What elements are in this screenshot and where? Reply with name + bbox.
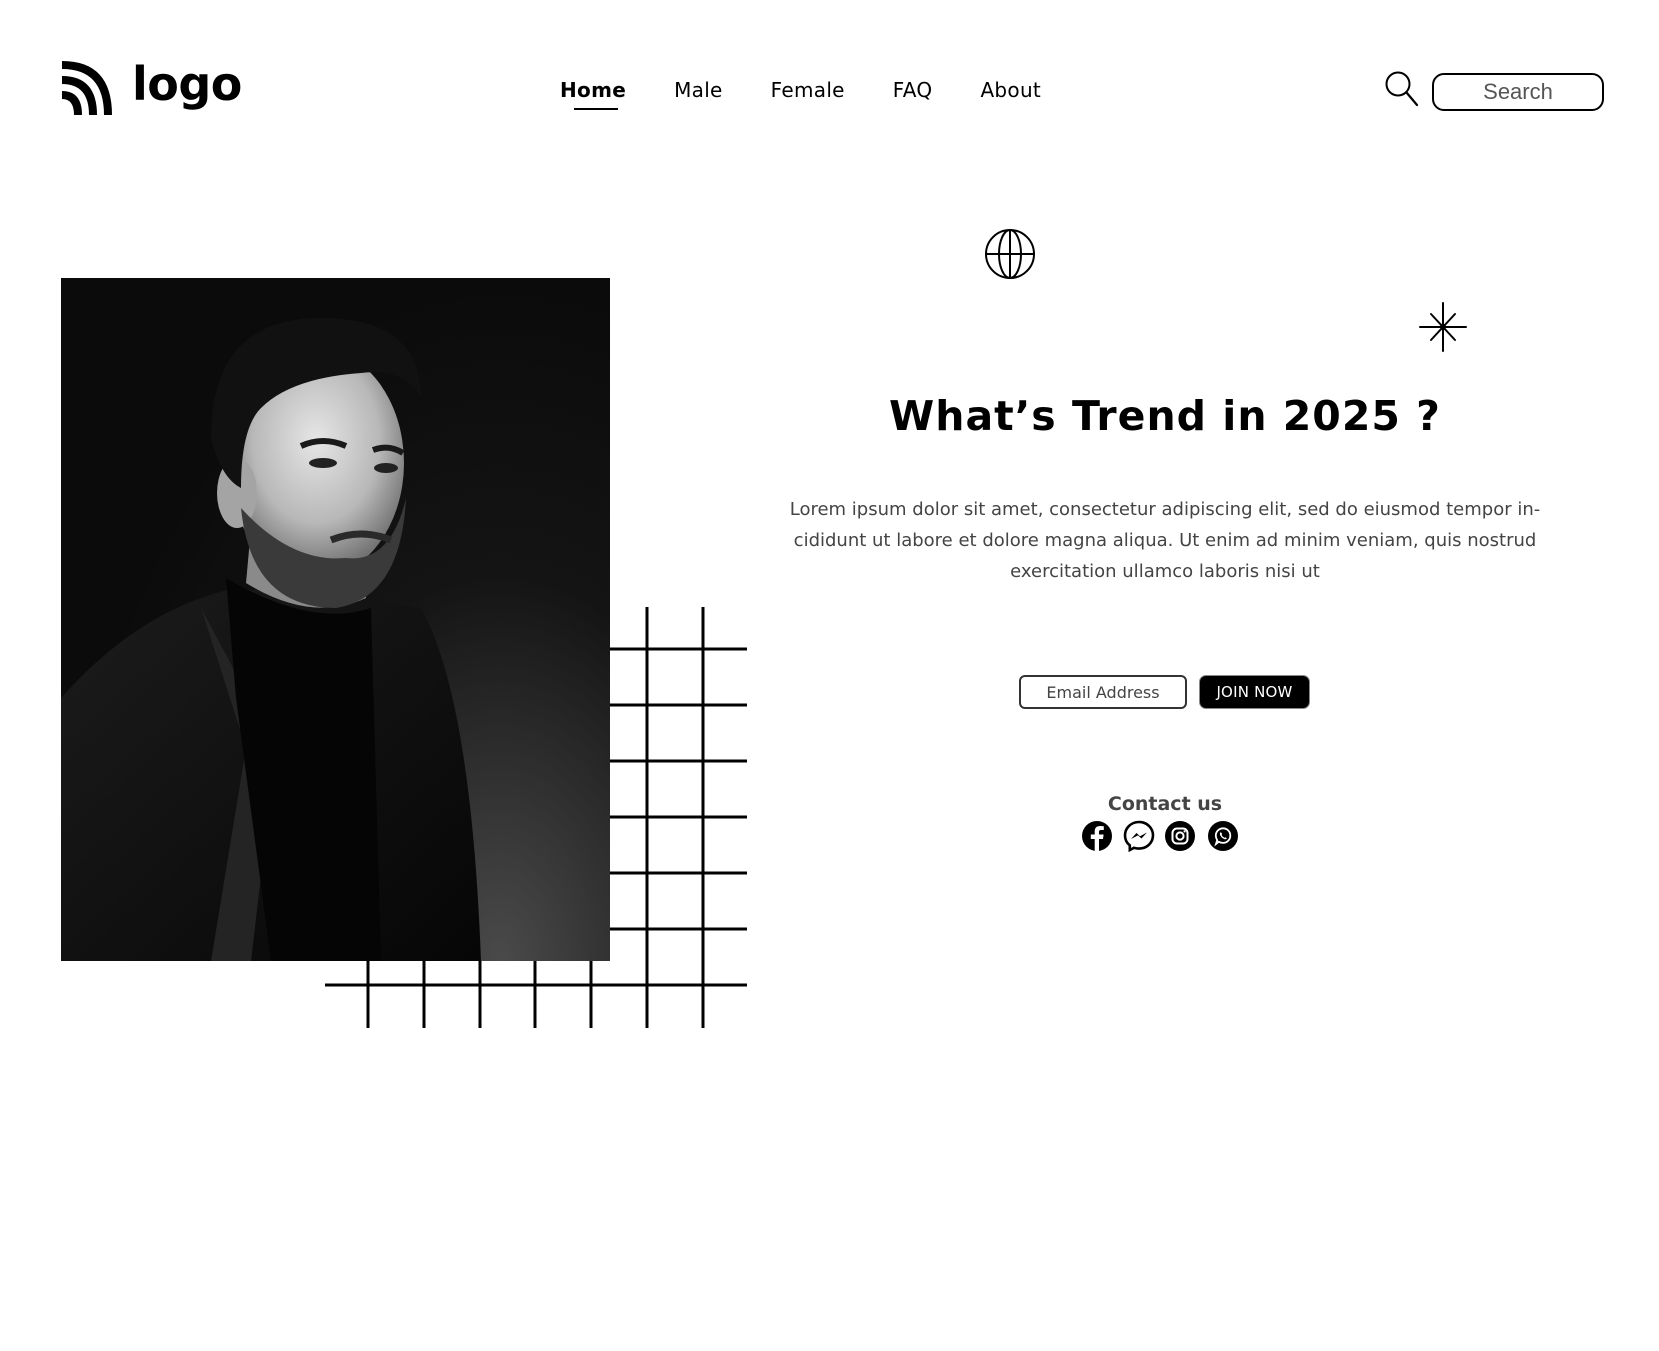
email-field[interactable]	[1019, 675, 1187, 709]
logo-mark-icon	[62, 61, 112, 115]
landing-page: logo Home Male Female FAQ About Search W…	[0, 0, 1659, 1351]
nav-female[interactable]: Female	[771, 78, 845, 102]
search-input[interactable]	[1432, 73, 1604, 111]
whatsapp-icon[interactable]	[1207, 820, 1239, 852]
messenger-icon[interactable]	[1123, 820, 1155, 852]
logo-text: logo	[132, 57, 242, 111]
nav-faq[interactable]: FAQ	[893, 78, 933, 102]
sparkle-icon	[1419, 302, 1467, 352]
portrait-photo	[61, 278, 610, 961]
nav-home[interactable]: Home	[560, 78, 626, 110]
nav-male[interactable]: Male	[674, 78, 723, 102]
nav-about[interactable]: About	[980, 78, 1041, 102]
instagram-icon[interactable]	[1164, 820, 1196, 852]
contact-title: Contact us	[1107, 793, 1223, 815]
main-nav: Home Male Female FAQ About	[560, 78, 1089, 110]
logo[interactable]: logo	[60, 57, 242, 119]
globe-icon	[985, 229, 1035, 279]
facebook-icon[interactable]	[1081, 820, 1113, 852]
join-now-button[interactable]: JOIN NOW	[1200, 676, 1309, 708]
hero-description: Lorem ipsum dolor sit amet, consectetur …	[789, 499, 1541, 582]
hero-headline: What’s Trend in 2025 ?	[889, 392, 1441, 440]
search-icon[interactable]	[1384, 70, 1420, 108]
